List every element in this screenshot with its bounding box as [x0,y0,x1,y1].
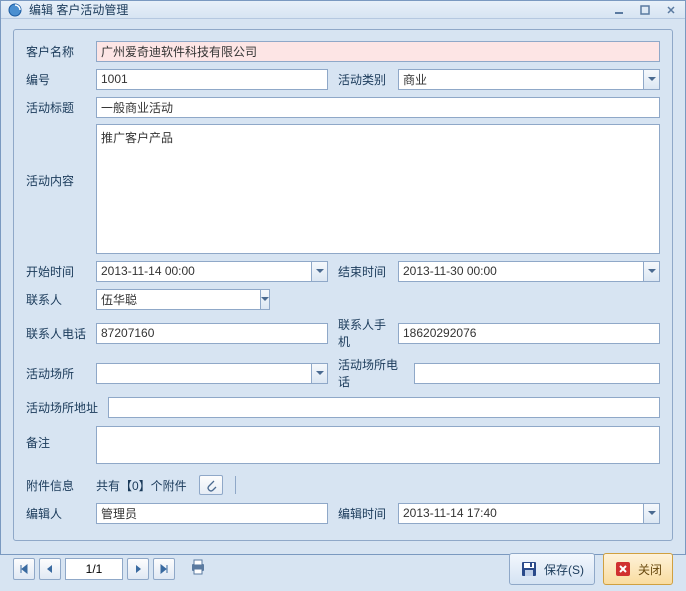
label-venue: 活动场所 [26,365,96,382]
label-activity-title: 活动标题 [26,99,96,116]
chevron-down-icon[interactable] [260,289,270,310]
label-activity-content: 活动内容 [26,124,96,189]
close-action-button[interactable]: 关闭 [603,553,673,585]
venue-dropdown[interactable] [96,363,328,384]
contact-dropdown[interactable] [96,289,211,310]
chevron-down-icon[interactable] [643,261,660,282]
start-time-dropdown[interactable] [96,261,328,282]
nav-next-button[interactable] [127,558,149,580]
footer: 1/1 保存(S) 关闭 [1,547,685,591]
venue-input[interactable] [96,363,311,384]
save-icon [520,560,538,578]
nav-prev-button[interactable] [39,558,61,580]
print-button[interactable] [189,559,207,580]
minimize-button[interactable] [611,2,627,18]
label-customer-name: 客户名称 [26,43,96,60]
editor-input[interactable] [96,503,328,524]
number-input[interactable] [96,69,328,90]
end-time-input[interactable] [398,261,643,282]
label-venue-phone: 活动场所电话 [328,356,414,390]
end-time-dropdown[interactable] [398,261,660,282]
chevron-down-icon[interactable] [311,363,328,384]
titlebar: 编辑 客户活动管理 [1,1,685,19]
attachment-count-text: 共有【0】个附件 [96,477,187,494]
app-icon [7,2,23,18]
edit-time-input[interactable] [398,503,643,524]
chevron-down-icon[interactable] [643,503,660,524]
window-title: 编辑 客户活动管理 [29,1,611,18]
label-edit-time: 编辑时间 [328,505,398,522]
contact-mobile-input[interactable] [398,323,660,344]
close-button-label: 关闭 [638,561,662,578]
start-time-input[interactable] [96,261,311,282]
label-attachment-info: 附件信息 [26,477,96,494]
edit-time-dropdown[interactable] [398,503,660,524]
activity-type-dropdown[interactable] [398,69,660,90]
label-contact-phone: 联系人电话 [26,325,96,342]
nav-last-button[interactable] [153,558,175,580]
label-activity-type: 活动类别 [328,71,398,88]
contact-input[interactable] [96,289,260,310]
activity-type-input[interactable] [398,69,643,90]
label-number: 编号 [26,71,96,88]
label-start-time: 开始时间 [26,263,96,280]
close-button[interactable] [663,2,679,18]
separator [235,476,236,494]
close-x-icon [614,560,632,578]
label-venue-address: 活动场所地址 [26,399,108,416]
window: 编辑 客户活动管理 客户名称 编号 活动类别 活动标题 [0,0,686,555]
chevron-down-icon[interactable] [643,69,660,90]
form-panel: 客户名称 编号 活动类别 活动标题 活动内容 开 [13,29,673,541]
label-contact: 联系人 [26,291,96,308]
activity-title-input[interactable] [96,97,660,118]
paperclip-icon [205,478,217,492]
nav-first-button[interactable] [13,558,35,580]
attachment-button[interactable] [199,475,223,495]
label-editor: 编辑人 [26,505,96,522]
remark-textarea[interactable] [96,426,660,464]
save-button-label: 保存(S) [544,561,584,578]
label-contact-mobile: 联系人手机 [328,316,398,350]
save-button[interactable]: 保存(S) [509,553,595,585]
activity-content-textarea[interactable] [96,124,660,254]
label-end-time: 结束时间 [328,263,398,280]
customer-name-input[interactable] [96,41,660,62]
printer-icon [189,559,207,575]
venue-address-input[interactable] [108,397,660,418]
label-remark: 备注 [26,426,96,451]
venue-phone-input[interactable] [414,363,660,384]
content-area: 客户名称 编号 活动类别 活动标题 活动内容 开 [1,19,685,547]
contact-phone-input[interactable] [96,323,328,344]
maximize-button[interactable] [637,2,653,18]
chevron-down-icon[interactable] [311,261,328,282]
page-indicator[interactable]: 1/1 [65,558,123,580]
